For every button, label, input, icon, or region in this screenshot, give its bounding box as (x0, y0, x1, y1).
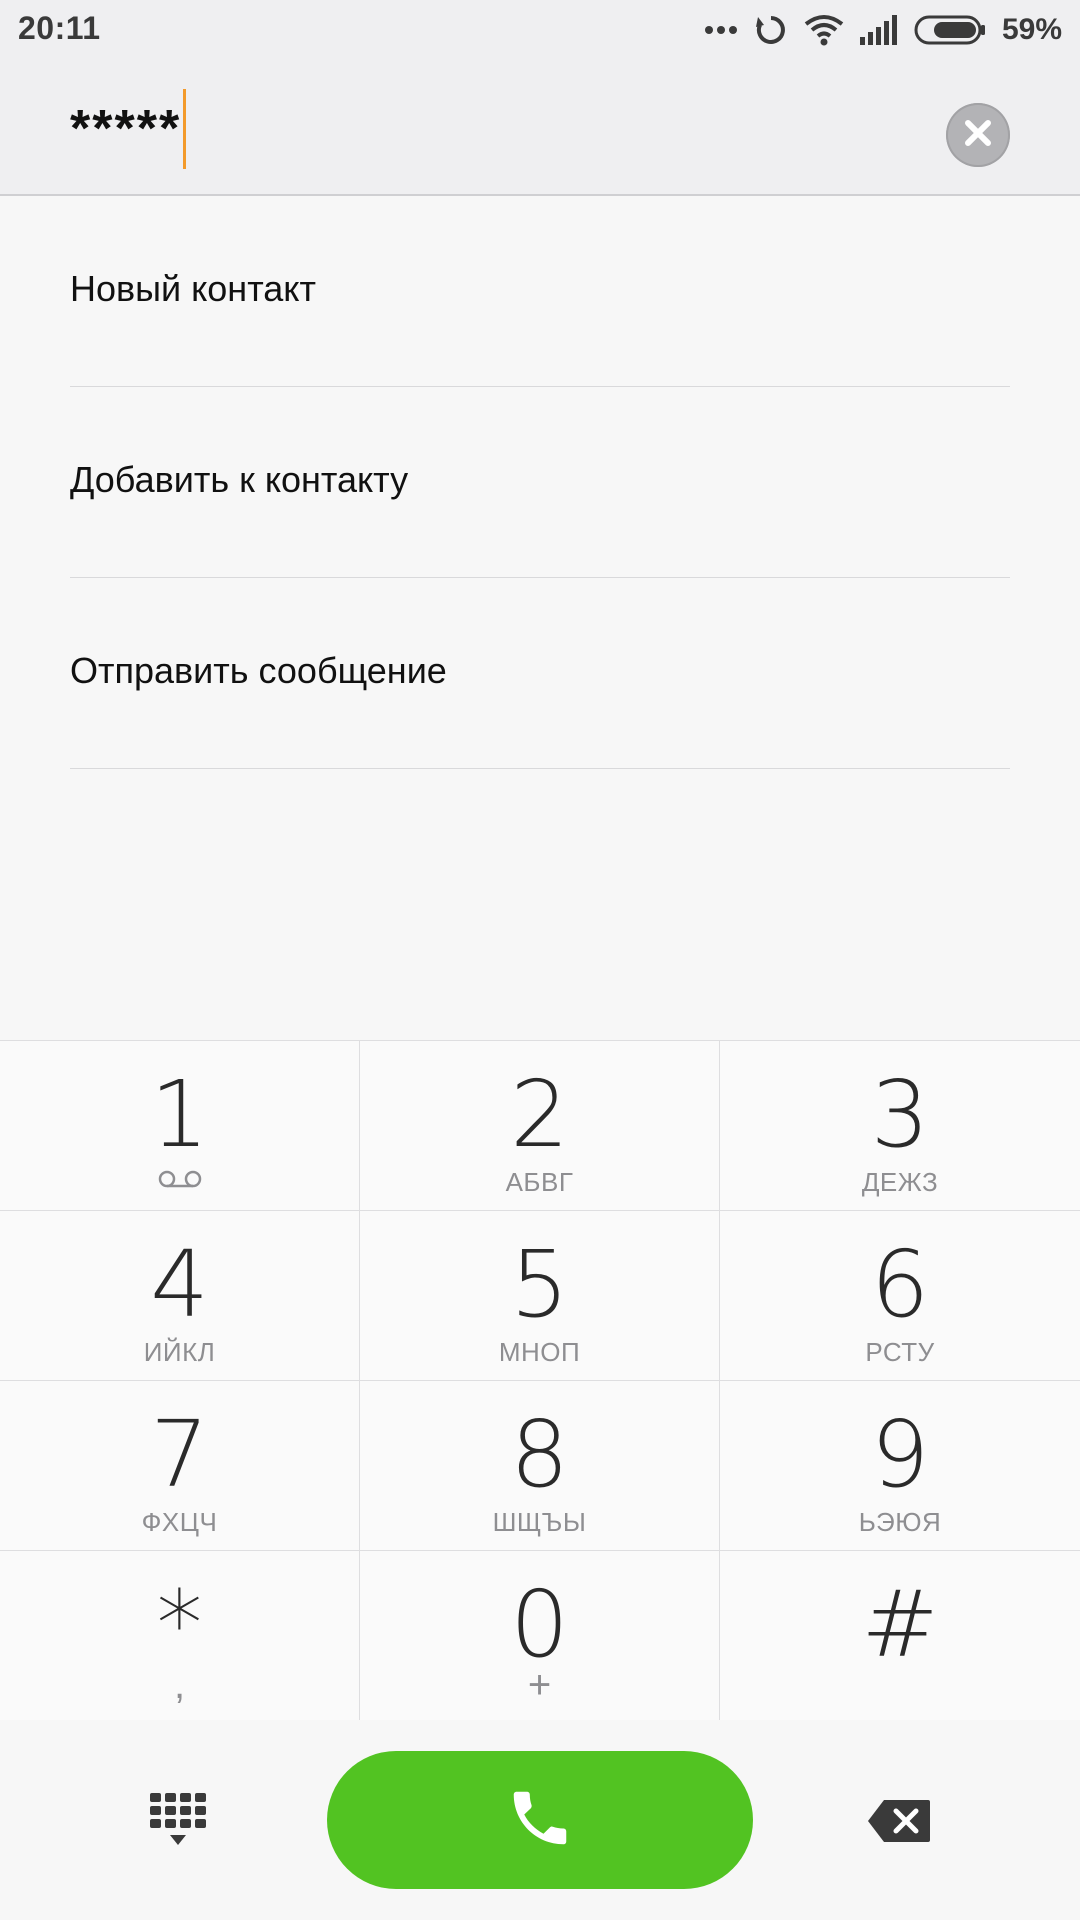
key-letters: ДЕЖЗ (861, 1167, 939, 1197)
status-bar: 20:11 59% (0, 0, 1080, 62)
key-letters: + (527, 1663, 552, 1707)
key-letters: МНОП (498, 1337, 581, 1367)
key-digit: * (156, 1571, 203, 1678)
call-button[interactable] (327, 1751, 753, 1889)
key-star[interactable]: * , (0, 1551, 360, 1721)
key-7[interactable]: 7 ФХЦЧ (0, 1381, 360, 1551)
clear-number-button[interactable] (946, 103, 1010, 167)
battery-percent: 59% (1001, 13, 1062, 46)
key-5[interactable]: 5 МНОП (360, 1211, 720, 1381)
dialpad: 1 2 АБВГ 3 ДЕЖЗ 4 ИЙКЛ 5 МНОП 6 РСТУ 7 Ф… (0, 1040, 1080, 1721)
dialer-screen: 20:11 59% ***** Новый контакт Добавить к… (0, 0, 1080, 1920)
status-icons: 59% (688, 10, 1062, 50)
key-digit: 3 (870, 1061, 930, 1168)
key-letters: ФХЦЧ (141, 1507, 218, 1537)
key-letters: АБВГ (505, 1167, 574, 1197)
key-4[interactable]: 4 ИЙКЛ (0, 1211, 360, 1381)
key-digit: # (861, 1571, 939, 1678)
key-letters: ШЩЪЫ (492, 1507, 587, 1537)
key-letters: ИЙКЛ (143, 1337, 216, 1367)
key-digit: 8 (510, 1401, 569, 1508)
status-time: 20:11 (18, 10, 101, 46)
key-letters: , (173, 1663, 186, 1707)
key-digit: 0 (510, 1571, 569, 1678)
action-new-contact[interactable]: Новый контакт (70, 196, 1010, 387)
key-digit: 9 (870, 1401, 930, 1508)
key-digit: 5 (510, 1231, 569, 1338)
dialpad-icon (148, 1793, 208, 1853)
key-digit: 7 (150, 1401, 209, 1508)
backspace-icon (866, 1800, 932, 1848)
action-add-to-contact[interactable]: Добавить к контакту (70, 387, 1010, 578)
key-letters: РСТУ (865, 1337, 935, 1367)
key-2[interactable]: 2 АБВГ (360, 1041, 720, 1211)
action-label: Добавить к контакту (70, 459, 409, 500)
dialed-number: ***** (70, 100, 182, 158)
dialpad-toggle-button[interactable] (148, 1791, 208, 1849)
key-8[interactable]: 8 ШЩЪЫ (360, 1381, 720, 1551)
key-digit: 2 (510, 1061, 569, 1168)
action-send-message[interactable]: Отправить сообщение (70, 578, 1010, 769)
key-9[interactable]: 9 ЬЭЮЯ (720, 1381, 1080, 1551)
wifi-icon (804, 14, 844, 46)
action-label: Отправить сообщение (70, 650, 447, 691)
sync-icon (754, 13, 788, 47)
key-hash[interactable]: # (720, 1551, 1080, 1721)
signal-icon (859, 15, 898, 45)
dialer-bottom-bar (0, 1720, 1080, 1920)
dialed-number-field[interactable]: ***** (70, 89, 187, 169)
key-3[interactable]: 3 ДЕЖЗ (720, 1041, 1080, 1211)
battery-icon (914, 15, 986, 45)
backspace-button[interactable] (866, 1798, 932, 1844)
key-digit: 4 (150, 1231, 209, 1338)
number-entry-header: ***** (0, 62, 1080, 196)
key-letters: ЬЭЮЯ (858, 1507, 942, 1537)
key-1[interactable]: 1 (0, 1041, 360, 1211)
phone-icon (505, 1783, 575, 1858)
key-digit: 1 (150, 1061, 209, 1168)
key-digit: 6 (870, 1231, 930, 1338)
action-label: Новый контакт (70, 268, 316, 309)
close-icon (961, 116, 995, 155)
key-0[interactable]: 0 + (360, 1551, 720, 1721)
key-6[interactable]: 6 РСТУ (720, 1211, 1080, 1381)
text-cursor (183, 89, 187, 169)
number-actions-list: Новый контакт Добавить к контакту Отправ… (0, 196, 1080, 769)
more-dots-icon (704, 25, 738, 35)
voicemail-icon (0, 1169, 359, 1189)
